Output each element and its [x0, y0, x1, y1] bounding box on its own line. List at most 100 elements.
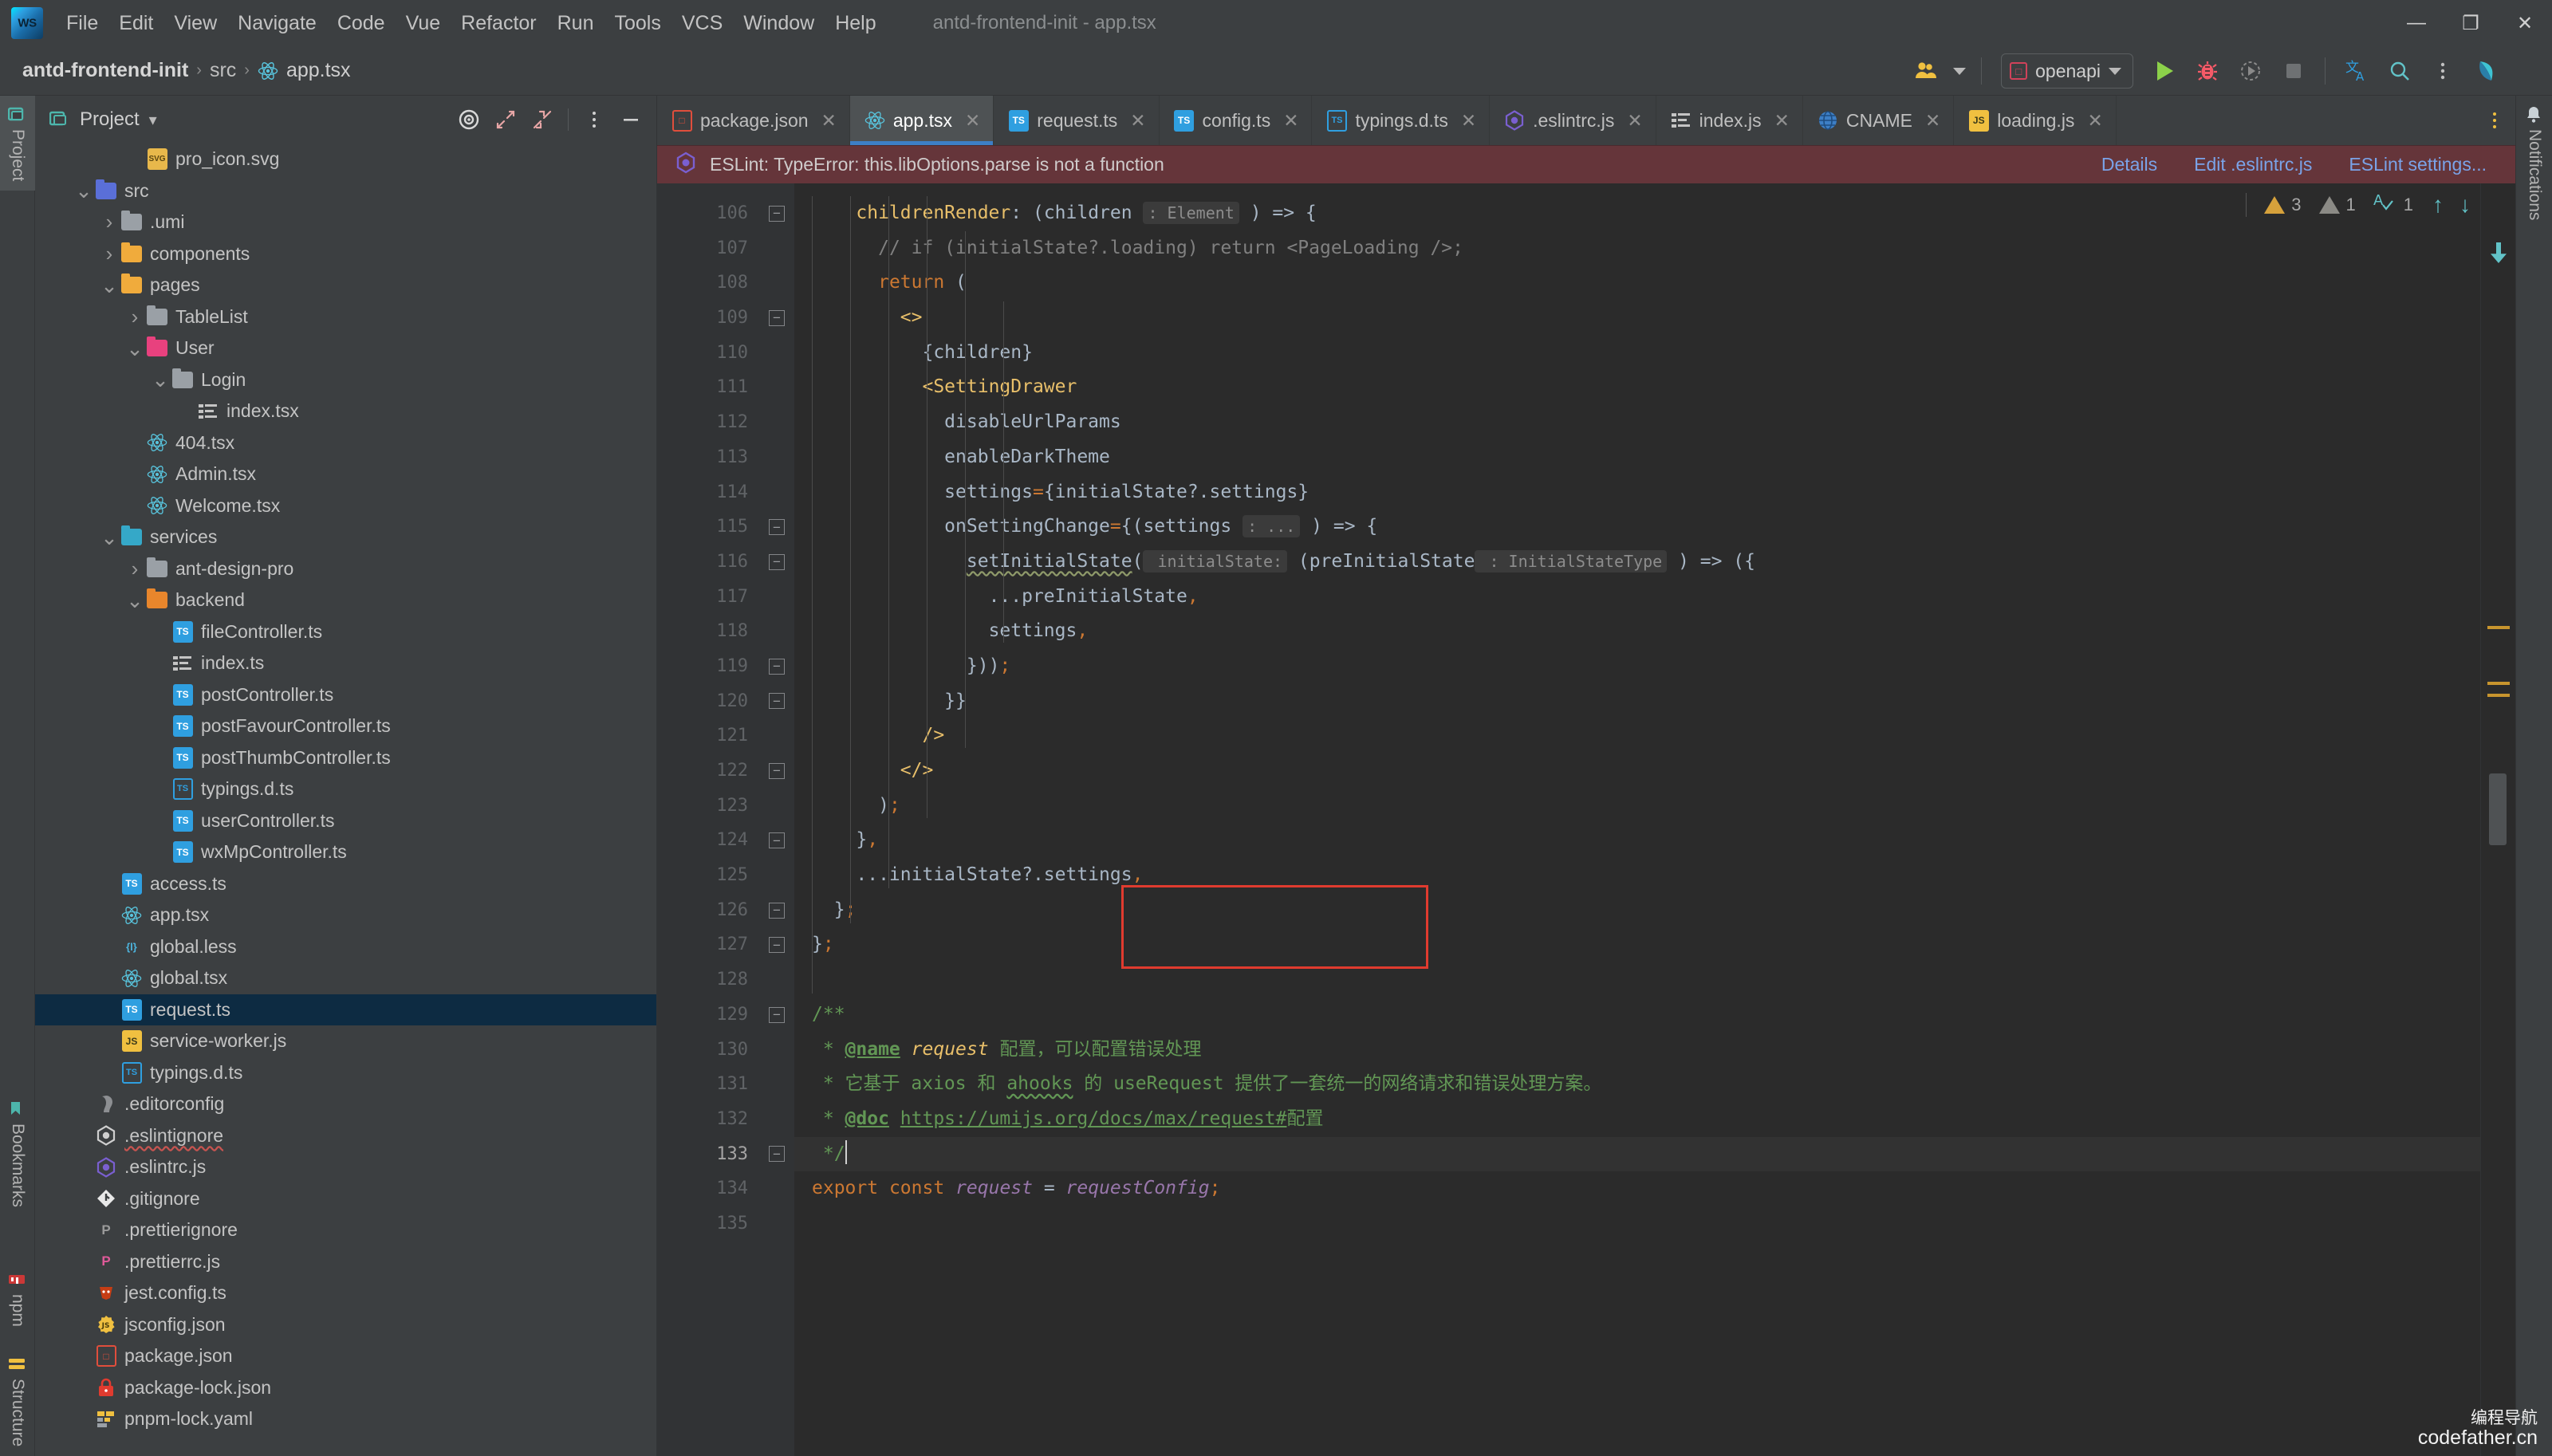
- eslint-settings-link[interactable]: ESLint settings...: [2349, 154, 2487, 175]
- tab-request-ts[interactable]: TS request.ts ✕: [994, 96, 1160, 145]
- menu-item-vue[interactable]: Vue: [396, 9, 451, 38]
- translate-icon[interactable]: 文 A: [2337, 51, 2377, 91]
- fold-collapse-icon[interactable]: −: [769, 309, 785, 326]
- menu-item-edit[interactable]: Edit: [108, 9, 163, 38]
- tree-item-backend[interactable]: ⌄ backend: [35, 584, 656, 616]
- chevron-right-icon[interactable]: ›: [123, 557, 147, 581]
- close-tab-icon[interactable]: ✕: [1627, 110, 1642, 132]
- chevron-down-icon[interactable]: ⌄: [97, 275, 121, 296]
- chevron-right-icon[interactable]: ›: [123, 305, 147, 329]
- tree-item-eslintrc-js[interactable]: .eslintrc.js: [35, 1151, 656, 1183]
- tree-item-global-tsx[interactable]: global.tsx: [35, 962, 656, 994]
- code-line[interactable]: }));: [794, 649, 2480, 684]
- project-panel-chevron-down-icon[interactable]: ▾: [140, 102, 167, 137]
- fold-expand-icon[interactable]: −: [769, 902, 785, 919]
- close-tab-icon[interactable]: ✕: [965, 110, 980, 132]
- scrollbar-thumb[interactable]: [2489, 773, 2507, 845]
- tree-item-wxmpcontroller-ts[interactable]: TS wxMpController.ts: [35, 836, 656, 868]
- fold-collapse-icon[interactable]: −: [769, 205, 785, 222]
- code-editor[interactable]: 106 107 108 109 110 111 112 113 114 115 116 117 118 1…: [657, 183, 2515, 1456]
- tree-item-index-tsx[interactable]: index.tsx: [35, 395, 656, 427]
- error-stripe-scrollbar[interactable]: [2480, 183, 2515, 1456]
- code-line[interactable]: };: [794, 927, 2480, 962]
- close-tab-icon[interactable]: ✕: [1461, 110, 1476, 132]
- sidebar-item-bookmarks[interactable]: Bookmarks: [0, 1090, 35, 1217]
- sidebar-item-project[interactable]: Project: [0, 96, 35, 191]
- tab-app-tsx[interactable]: app.tsx ✕: [849, 96, 994, 145]
- code-line[interactable]: return (: [794, 266, 2480, 301]
- close-tab-icon[interactable]: ✕: [1925, 110, 1940, 132]
- menu-item-window[interactable]: Window: [733, 9, 825, 38]
- code-line[interactable]: onSettingChange={(settings : ... ) => {: [794, 510, 2480, 545]
- warning-stripe-marker[interactable]: [2487, 694, 2510, 697]
- fold-expand-icon[interactable]: −: [769, 1146, 785, 1163]
- code-line[interactable]: <>: [794, 301, 2480, 336]
- tab-package-json[interactable]: □ package.json ✕: [657, 96, 850, 145]
- chevron-right-icon[interactable]: ›: [97, 242, 121, 266]
- fold-expand-icon[interactable]: −: [769, 937, 785, 954]
- minimize-button[interactable]: —: [2389, 0, 2444, 46]
- arrow-up-icon[interactable]: ↑: [2432, 192, 2444, 218]
- scroll-from-source-icon[interactable]: [451, 102, 486, 137]
- code-line[interactable]: />: [794, 718, 2480, 754]
- expand-all-icon[interactable]: [488, 102, 523, 137]
- tree-item-postthumbcontroller-ts[interactable]: TS postThumbController.ts: [35, 742, 656, 774]
- chevron-down-icon[interactable]: ⌄: [148, 369, 172, 390]
- fold-expand-icon[interactable]: −: [769, 693, 785, 710]
- code-line[interactable]: );: [794, 789, 2480, 824]
- code-line[interactable]: * @doc https://umijs.org/docs/max/reques…: [794, 1102, 2480, 1137]
- ide-assistant-icon[interactable]: [2466, 51, 2506, 91]
- tab-cname[interactable]: CNAME ✕: [1803, 96, 1955, 145]
- tree-item-components[interactable]: › components: [35, 238, 656, 270]
- close-tab-icon[interactable]: ✕: [1130, 110, 1145, 132]
- code-line[interactable]: enableDarkTheme: [794, 440, 2480, 475]
- breadcrumb-root[interactable]: antd-frontend-init: [22, 59, 188, 82]
- project-tree[interactable]: SVG pro_icon.svg ⌄ src › .umi › components ⌄ page…: [35, 144, 656, 1456]
- tree-item-access-ts[interactable]: TS access.ts: [35, 868, 656, 900]
- tab-eslintrc-js[interactable]: .eslintrc.js ✕: [1490, 96, 1656, 145]
- chevron-right-icon[interactable]: ›: [97, 210, 121, 234]
- chevron-down-icon[interactable]: ⌄: [123, 590, 147, 611]
- code-line[interactable]: }}: [794, 684, 2480, 719]
- tree-item-package-lock-json[interactable]: package-lock.json: [35, 1372, 656, 1404]
- chevron-down-icon[interactable]: ⌄: [123, 338, 147, 359]
- menu-item-run[interactable]: Run: [547, 9, 605, 38]
- menu-item-code[interactable]: Code: [327, 9, 396, 38]
- code-line[interactable]: * @name request 配置，可以配置错误处理: [794, 1033, 2480, 1068]
- fold-collapse-icon[interactable]: −: [769, 1006, 785, 1023]
- tree-item-app-tsx[interactable]: app.tsx: [35, 899, 656, 931]
- code-line[interactable]: ...initialState?.settings,: [794, 858, 2480, 893]
- code-line[interactable]: */: [794, 1136, 2480, 1172]
- run-icon[interactable]: [2144, 51, 2184, 91]
- tree-item-404-tsx[interactable]: 404.tsx: [35, 427, 656, 459]
- menu-item-view[interactable]: View: [163, 9, 227, 38]
- code-line[interactable]: // if (initialState?.loading) return <Pa…: [794, 231, 2480, 266]
- menu-item-help[interactable]: Help: [825, 9, 886, 38]
- sidebar-item-notifications[interactable]: Notifications: [2516, 96, 2552, 230]
- maximize-button[interactable]: ❐: [2444, 0, 2498, 46]
- tree-item-pro-icon-svg[interactable]: SVG pro_icon.svg: [35, 144, 656, 175]
- tree-item-tablelist[interactable]: › TableList: [35, 301, 656, 333]
- collapse-all-icon[interactable]: [525, 102, 560, 137]
- arrow-down-icon[interactable]: ↓: [2459, 192, 2471, 218]
- fold-expand-icon[interactable]: −: [769, 832, 785, 849]
- tree-item-global-less[interactable]: {l} global.less: [35, 931, 656, 963]
- sidebar-item-structure[interactable]: Structure: [0, 1345, 35, 1456]
- code-line[interactable]: settings={initialState?.settings}: [794, 475, 2480, 510]
- tree-item-prettierignore[interactable]: P .prettierignore: [35, 1214, 656, 1246]
- stop-icon[interactable]: [2274, 51, 2314, 91]
- tree-item-filecontroller-ts[interactable]: TS fileController.ts: [35, 616, 656, 648]
- run-configuration-selector[interactable]: □ openapi: [2001, 53, 2133, 89]
- hide-panel-icon[interactable]: [613, 102, 648, 137]
- code-line[interactable]: childrenRender: (children : Element ) =>…: [794, 196, 2480, 231]
- close-tab-icon[interactable]: ✕: [821, 110, 837, 132]
- code-line[interactable]: * 它基于 axios 和 ahooks 的 useRequest 提供了一套统…: [794, 1067, 2480, 1102]
- tree-item-login[interactable]: ⌄ Login: [35, 364, 656, 396]
- sidebar-item-npm[interactable]: npm: [0, 1261, 35, 1336]
- debug-icon[interactable]: [2188, 51, 2227, 91]
- tree-item-postcontroller-ts[interactable]: TS postController.ts: [35, 679, 656, 711]
- eslint-details-link[interactable]: Details: [2101, 154, 2157, 175]
- code-line[interactable]: };: [794, 893, 2480, 928]
- code-line[interactable]: /**: [794, 998, 2480, 1033]
- close-tab-icon[interactable]: ✕: [1283, 110, 1298, 132]
